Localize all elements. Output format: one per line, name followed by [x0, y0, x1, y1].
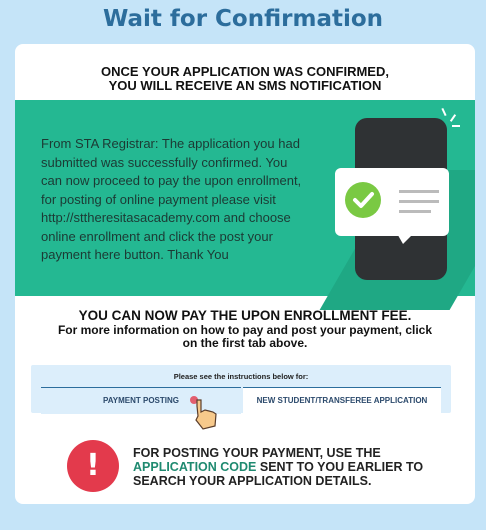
bubble-tail [395, 230, 417, 244]
instructions-label: Please see the instructions below for: [173, 372, 309, 381]
tab-new-student-application[interactable]: NEW STUDENT/TRANSFEREE APPLICATION [243, 387, 441, 414]
payment-note: FOR POSTING YOUR PAYMENT, USE THE APPLIC… [133, 446, 463, 488]
exclamation-icon: ! [67, 440, 119, 492]
pay-heading: YOU CAN NOW PAY THE UPON ENROLLMENT FEE. [78, 308, 412, 323]
exclamation-mark: ! [86, 448, 100, 483]
spark-icon [452, 125, 460, 127]
bubble-line [399, 200, 439, 203]
sms-heading-line1: ONCE YOUR APPLICATION WAS CONFIRMED, [101, 64, 389, 79]
sms-heading-line2: YOU WILL RECEIVE AN SMS NOTIFICATION [108, 78, 382, 93]
spark-icon [441, 107, 447, 117]
confirmation-card: ONCE YOUR APPLICATION WAS CONFIRMED, YOU… [15, 44, 475, 504]
pay-info: For more information on how to pay and p… [57, 323, 433, 350]
bubble-line [399, 190, 439, 193]
sms-heading: ONCE YOUR APPLICATION WAS CONFIRMED, YOU… [15, 65, 475, 93]
instructions-panel: Please see the instructions below for: P… [31, 365, 451, 414]
sms-message: From STA Registrar: The application you … [41, 136, 302, 262]
application-code-emphasis: APPLICATION CODE [133, 460, 257, 474]
spark-icon [449, 114, 457, 122]
pointing-hand-icon [187, 394, 221, 432]
bubble-line [399, 210, 431, 213]
check-icon [345, 182, 381, 218]
note-before: FOR POSTING YOUR PAYMENT, USE THE [133, 446, 381, 460]
sms-banner: From STA Registrar: The application you … [15, 100, 475, 310]
page-title: Wait for Confirmation [102, 6, 384, 32]
